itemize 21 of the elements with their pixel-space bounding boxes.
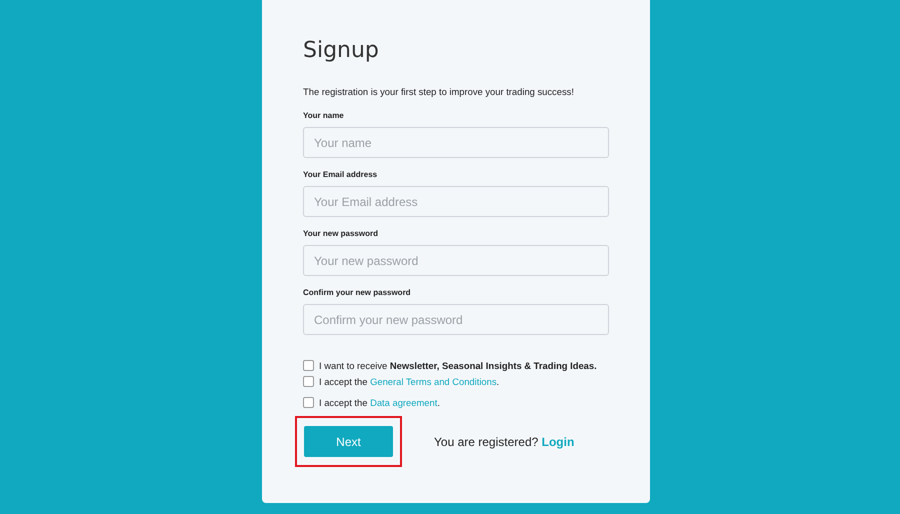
intro-text: The registration is your first step to improve your trading success! xyxy=(303,86,575,97)
checkbox-label: I want to receive Newsletter, Seasonal Insights & Trading Ideas. xyxy=(319,360,597,370)
link[interactable]: Data agreement xyxy=(370,396,438,408)
input-field[interactable]: Your Email address xyxy=(303,186,609,217)
login-link[interactable]: Login xyxy=(542,434,574,448)
login-prompt: You are registered? Login xyxy=(434,434,574,448)
checkbox[interactable] xyxy=(303,360,314,370)
field-label: Confirm your new password xyxy=(303,288,412,297)
field-label: Your Email address xyxy=(303,170,378,179)
page-title: Signup xyxy=(303,38,380,63)
input-field[interactable]: Your name xyxy=(303,127,609,158)
link[interactable]: General Terms and Conditions xyxy=(370,376,497,386)
checkbox-label: I accept the Data agreement. xyxy=(319,396,440,408)
checkbox-label: I accept the General Terms and Conditions. xyxy=(319,376,500,386)
checkbox[interactable] xyxy=(303,376,314,386)
input-field[interactable]: Your new password xyxy=(303,245,609,276)
field-label: Your new password xyxy=(303,229,379,238)
field-label: Your name xyxy=(303,111,345,120)
input-field[interactable]: Confirm your new password xyxy=(303,304,609,335)
next-button[interactable]: Next xyxy=(304,426,393,457)
checkbox[interactable] xyxy=(303,396,314,408)
